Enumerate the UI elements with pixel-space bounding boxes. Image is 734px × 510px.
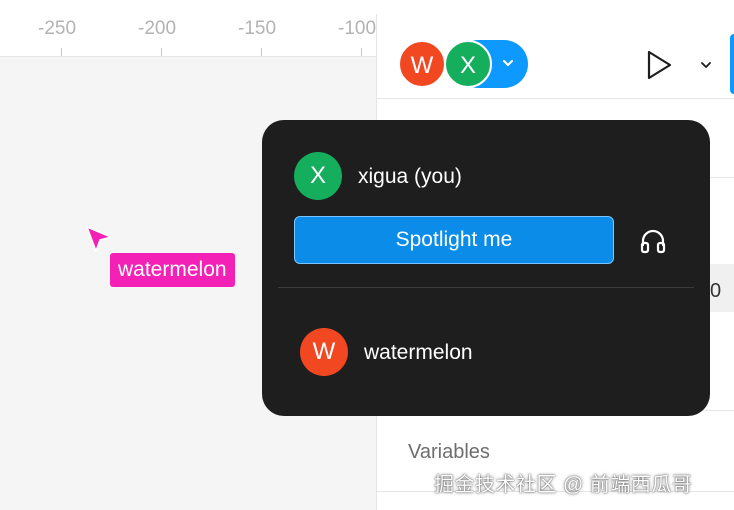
panel-divider xyxy=(377,98,734,99)
collaborator-avatar: W xyxy=(300,328,348,376)
top-strip xyxy=(0,0,734,14)
ruler-label: -250 xyxy=(38,18,77,39)
horizontal-ruler: -250 -200 -150 -100 xyxy=(0,14,376,57)
headphones-icon[interactable] xyxy=(639,228,667,254)
self-avatar: X xyxy=(294,152,342,200)
ruler-label: -150 xyxy=(238,18,277,39)
multiplayer-popover: X xigua (you) Spotlight me W watermelon xyxy=(262,120,710,416)
ruler-tick xyxy=(161,48,162,56)
avatar-initial: W xyxy=(312,338,336,365)
avatar-initial: X xyxy=(309,162,326,189)
property-value: 0 xyxy=(710,280,722,302)
chevron-down-icon[interactable] xyxy=(498,53,518,73)
self-avatar[interactable]: X xyxy=(444,40,492,88)
ruler-label: -200 xyxy=(138,18,177,39)
play-icon[interactable] xyxy=(642,48,676,82)
share-button-edge[interactable] xyxy=(730,34,734,94)
collaborator-avatar[interactable]: W xyxy=(398,40,446,88)
ruler-tick xyxy=(261,48,262,56)
avatar-initial: W xyxy=(410,52,434,79)
chevron-down-icon[interactable] xyxy=(697,56,715,74)
collaborator-cursor-label: watermelon xyxy=(110,253,235,287)
self-name: xigua (you) xyxy=(358,165,462,188)
collaborator-name: watermelon xyxy=(364,341,473,364)
watermark: 掘金技术社区 @ 前端西瓜哥 xyxy=(434,474,693,496)
ruler-label: -100 xyxy=(338,18,376,39)
variables-section-title: Variables xyxy=(408,441,490,463)
cursor-pointer-icon xyxy=(86,226,112,252)
spotlight-me-button[interactable]: Spotlight me xyxy=(294,216,614,264)
ruler-tick xyxy=(61,48,62,56)
avatar-initial: X xyxy=(459,52,476,79)
ruler-tick xyxy=(361,48,362,56)
popover-divider xyxy=(278,287,694,288)
